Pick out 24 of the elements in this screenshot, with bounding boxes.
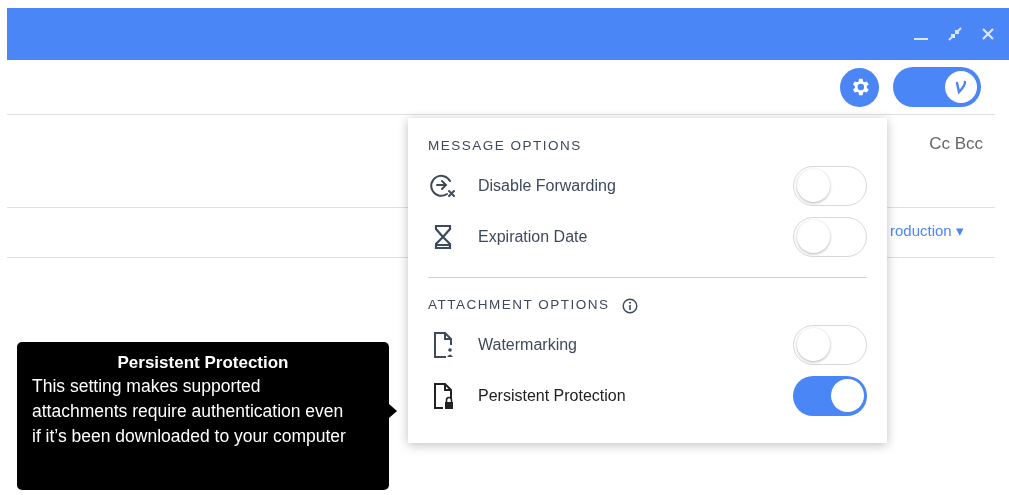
toggle-switch[interactable] <box>793 375 867 416</box>
cc-bcc-link[interactable]: Cc Bcc <box>929 131 983 153</box>
option-label: Watermarking <box>478 334 578 355</box>
toggle-switch[interactable] <box>793 324 867 365</box>
template-link[interactable]: roduction ▾ <box>890 220 964 240</box>
option-label: Persistent Protection <box>478 385 627 406</box>
logo-icon <box>953 79 969 95</box>
option-label: Disable Forwarding <box>478 175 617 196</box>
hourglass-icon <box>433 223 453 250</box>
toggle-switch[interactable] <box>893 67 981 107</box>
tooltip-text: This setting makes supported attachments require authentication even if it’s been downloaded to your computer <box>32 375 347 448</box>
document-person-icon <box>432 330 454 359</box>
toggle-switch[interactable] <box>793 165 867 206</box>
close-icon[interactable] <box>981 27 995 41</box>
settings-button[interactable] <box>840 67 879 107</box>
section-heading: MESSAGE OPTIONS <box>428 136 582 155</box>
shrink-icon[interactable] <box>947 26 963 42</box>
toggle-switch[interactable] <box>793 216 867 257</box>
document-lock-icon <box>432 381 454 410</box>
option-label: Expiration Date <box>478 226 589 247</box>
info-icon[interactable] <box>621 297 638 314</box>
forward-blocked-icon <box>430 172 456 199</box>
section-heading: ATTACHMENT OPTIONS <box>428 296 610 315</box>
tooltip-title: Persistent Protection <box>116 352 290 374</box>
